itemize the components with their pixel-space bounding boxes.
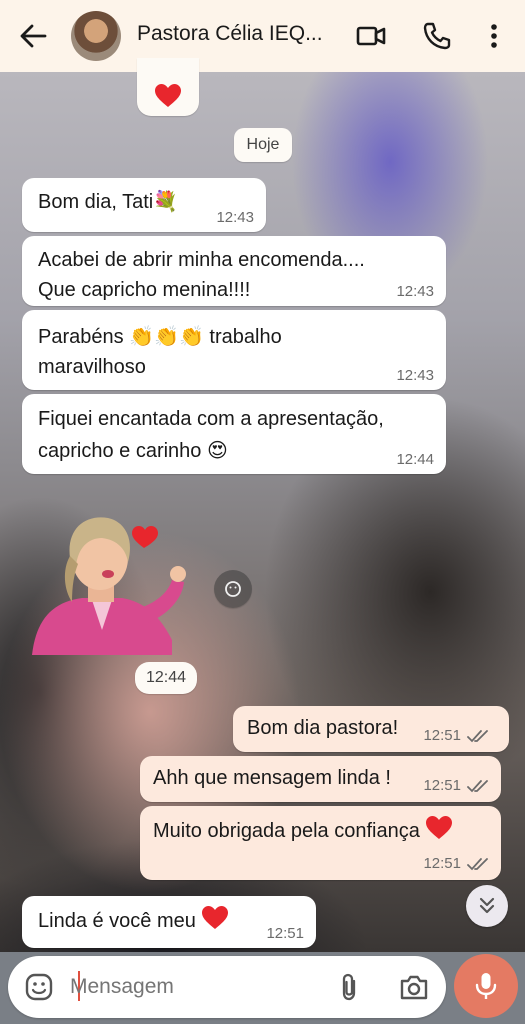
message-text: Parabéns 👏👏👏 trabalho maravilhoso <box>38 326 282 378</box>
message-bubble[interactable]: Fiquei encantada com a apresentação, cap… <box>22 394 446 474</box>
message-bubble[interactable]: Linda é você meu 12:51 <box>22 896 316 948</box>
message-bubble[interactable]: Ahh que mensagem linda ! 12:51 <box>140 756 501 802</box>
message-text: Linda é você meu <box>38 910 196 932</box>
sticker-image[interactable] <box>22 510 202 660</box>
chat-header: Pastora Célia IEQ... <box>0 0 525 72</box>
double-chevron-down-icon <box>479 897 495 914</box>
message-bubble[interactable]: Bom dia pastora! 12:51 <box>233 706 509 752</box>
more-vertical-icon[interactable] <box>478 20 510 52</box>
message-time: 12:44 <box>396 451 434 468</box>
message-bubble[interactable]: Acabei de abrir minha encomenda.... Que … <box>22 236 446 306</box>
arrow-left-icon[interactable] <box>18 22 48 50</box>
emoji-icon[interactable] <box>24 972 54 1002</box>
phone-icon[interactable] <box>421 20 453 52</box>
read-receipt-icon <box>467 780 488 793</box>
video-call-icon[interactable] <box>355 20 387 52</box>
sticker-time: 12:44 <box>135 662 197 694</box>
read-receipt-icon <box>467 858 488 871</box>
message-input[interactable] <box>70 970 320 1004</box>
view-once-badge[interactable] <box>214 570 252 608</box>
message-text: Muito obrigada pela confiança <box>153 820 420 842</box>
message-time: 12:51 <box>266 925 304 942</box>
camera-icon[interactable] <box>398 972 430 1002</box>
message-bubble[interactable]: Parabéns 👏👏👏 trabalho maravilhoso 12:43 <box>22 310 446 390</box>
message-bubble[interactable]: Bom dia, Tati💐 12:43 <box>22 178 266 232</box>
message-time: 12:43 <box>216 209 254 226</box>
avatar[interactable] <box>71 11 121 61</box>
message-time: 12:51 <box>423 727 461 744</box>
heart-icon <box>426 816 453 839</box>
previous-reaction-bubble[interactable] <box>137 58 199 116</box>
message-text: Acabei de abrir minha encomenda.... Que … <box>38 249 365 301</box>
microphone-icon <box>475 973 497 999</box>
message-time: 12:51 <box>423 777 461 794</box>
read-receipt-icon <box>467 730 488 743</box>
message-time: 12:43 <box>396 367 434 384</box>
heart-icon <box>202 906 229 929</box>
message-time: 12:51 <box>423 855 461 872</box>
smile-badge-icon <box>225 581 241 597</box>
paperclip-icon[interactable] <box>336 972 362 1002</box>
message-bubble[interactable]: Muito obrigada pela confiança 12:51 <box>140 806 501 880</box>
date-chip: Hoje <box>234 128 292 162</box>
message-time: 12:43 <box>396 283 434 300</box>
voice-message-button[interactable] <box>454 954 518 1018</box>
heart-icon <box>155 84 181 107</box>
message-composer <box>8 956 446 1018</box>
scroll-to-bottom-button[interactable] <box>466 885 508 927</box>
contact-name[interactable]: Pastora Célia IEQ... <box>137 22 323 46</box>
message-text: Fiquei encantada com a apresentação, cap… <box>38 408 384 462</box>
